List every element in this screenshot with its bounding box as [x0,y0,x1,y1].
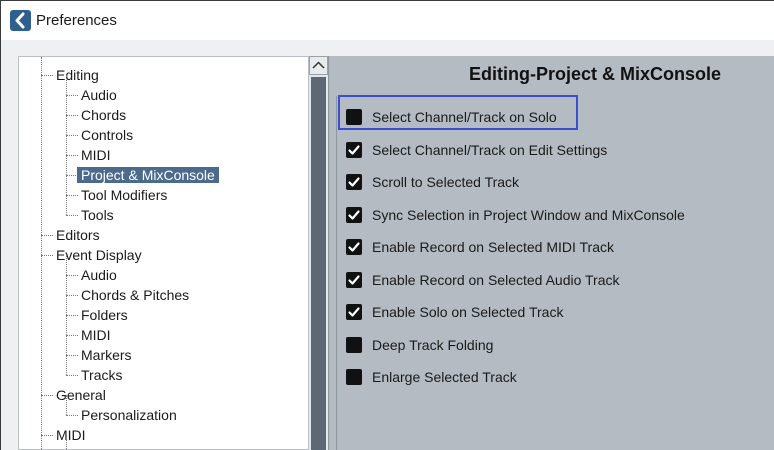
tree-item-label: Project & MixConsole [77,167,219,183]
window-title: Preferences [36,12,117,29]
tree-connector [66,135,78,136]
checkbox-checked[interactable] [346,271,362,288]
settings-panel: Editing-Project & MixConsole Select Chan… [328,56,774,450]
tree-item[interactable]: Personalization [81,405,177,425]
tree-connector [66,95,78,96]
tree-connector [66,75,67,215]
checkbox-checked[interactable] [346,141,362,158]
checkbox-unchecked[interactable] [346,369,362,385]
title-bar: Preferences [0,0,774,40]
tree-scrollbar[interactable] [308,56,328,450]
tree-connector [66,335,78,336]
tree-item-label: Editors [56,227,100,243]
tree-connector [66,415,78,416]
tree-item-label: Chords [81,107,127,123]
tree-connector [41,57,42,449]
tree-item[interactable]: Tools [81,205,114,225]
scroll-up-button[interactable] [309,56,328,75]
option-label: Select Channel/Track on Edit Settings [372,141,608,158]
tree-connector [66,315,78,316]
tree-item-label: Tool Modifiers [81,187,168,203]
section-title: Editing-Project & MixConsole [469,64,722,84]
option-label: Scroll to Selected Track [372,174,520,190]
tree-item[interactable]: Audio [81,85,117,105]
checkmark-icon [348,242,360,252]
tree-item-label: MIDI [56,427,86,443]
checkbox-checked[interactable] [346,206,362,223]
tree-connector [41,235,53,236]
option-label: Sync Selection in Project Window and Mix… [372,206,685,223]
tree-item-label: Folders [81,307,128,323]
tree-connector [66,215,78,216]
tree-item-label: Editing [56,67,99,83]
option-label: Enable Record on Selected Audio Track [372,271,620,288]
tree-connector [66,195,78,196]
tree-connector [41,75,53,76]
tree-item[interactable]: Event Display [56,245,142,265]
tree-item[interactable]: Markers [81,345,132,365]
tree-connector [66,295,78,296]
checkbox-checked[interactable] [346,174,362,190]
tree-connector [66,355,78,356]
scroll-thumb[interactable] [311,77,326,450]
checkbox-unchecked[interactable] [346,336,362,353]
tree-item[interactable]: General [56,385,106,405]
option-label: Deep Track Folding [372,336,494,353]
tree-item[interactable]: MIDI [56,425,86,445]
tree-connector [41,255,53,256]
tree-item[interactable]: Chords & Pitches [81,285,189,305]
tree-item-label: Tools [81,207,114,223]
tree-connector [66,115,78,116]
option-label: Enable Solo on Selected Track [372,304,564,320]
tree-connector [66,255,67,375]
preferences-tree[interactable]: Editing Audio Chords Controls MIDI Project & … [18,56,308,450]
tree-item-label: Chords & Pitches [81,287,190,303]
tree-connector [66,435,67,449]
tree-item[interactable]: Controls [81,125,133,145]
tree-connector [66,395,67,415]
cubase-chevron-icon[interactable] [10,10,31,31]
checkmark-icon [348,307,360,317]
tree-item-label: Tracks [81,367,123,383]
checkmark-icon [348,177,360,187]
checkbox-checked[interactable] [346,239,362,255]
tree-item[interactable]: Project & MixConsole [77,165,219,185]
tree-item-label: MIDI [81,147,111,163]
chevron-up-icon [312,61,325,69]
option-label: Enlarge Selected Track [372,369,517,385]
tree-connector [41,435,53,436]
tree-connector [41,395,53,396]
tree-item-label: Personalization [81,407,177,423]
tree-connector [66,275,78,276]
tree-item[interactable]: Editors [56,225,100,245]
checkmark-icon [348,209,360,220]
tree-item[interactable]: MIDI [81,325,111,345]
tree-item[interactable]: Chords [81,105,126,125]
panel-divider [336,96,337,450]
tree-connector [66,375,78,376]
tree-item-label: Event Display [56,247,142,263]
tree-item[interactable]: MIDI [81,145,111,165]
tree-connector [66,155,78,156]
tree-item[interactable]: Editing [56,65,99,85]
focus-rectangle [338,95,578,130]
tree-item-label: General [56,387,106,403]
tree-item[interactable]: Folders [81,305,128,325]
tree-item[interactable]: Audio [81,265,117,285]
checkbox-checked[interactable] [346,304,362,320]
checkmark-icon [348,144,360,155]
tree-item-label: MIDI [81,327,111,343]
tree-item-label: Audio [81,87,117,103]
tree-item[interactable]: Tool Modifiers [81,185,167,205]
checkmark-icon [348,274,360,285]
tree-item[interactable]: Tracks [81,365,122,385]
option-label: Enable Record on Selected MIDI Track [372,239,615,255]
tree-item-label: Markers [81,347,132,363]
tree-item-label: Audio [81,267,117,283]
tree-item-label: Controls [81,127,134,143]
